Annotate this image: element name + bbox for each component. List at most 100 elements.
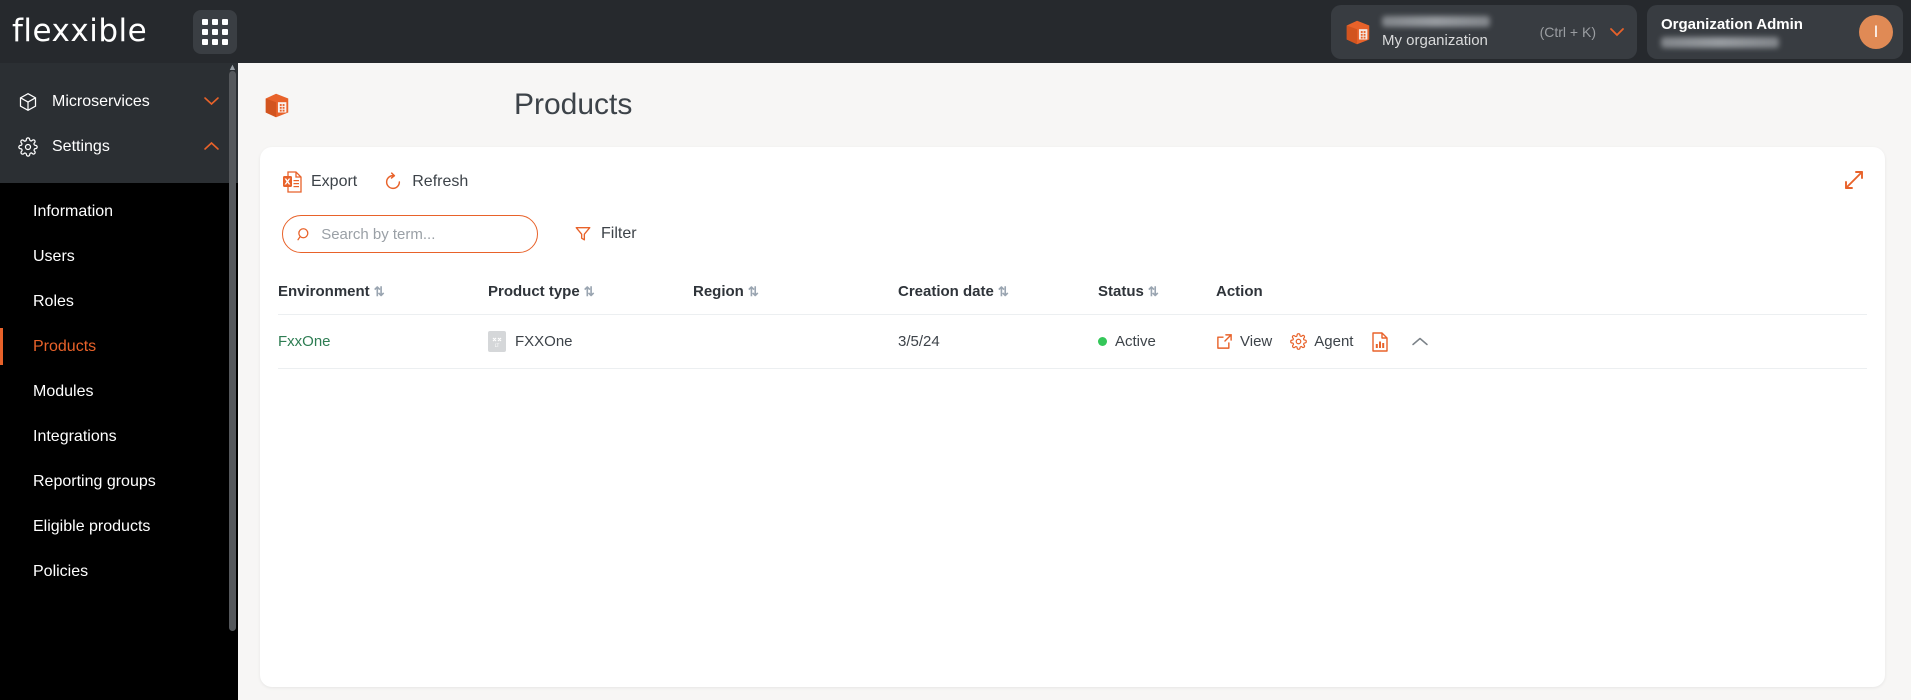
search-icon [297, 227, 309, 240]
column-header-creation-date[interactable]: Creation date ⇅ [898, 275, 1098, 315]
view-label: View [1240, 333, 1273, 350]
row-actions: View Agent [1216, 331, 1867, 352]
search-input[interactable] [321, 225, 523, 243]
table-row[interactable]: FxxOne LT FXXOne 3/5/24 Active View Agen… [278, 314, 1867, 369]
products-table: Environment ⇅ Product type ⇅ Region ⇅ Creat… [278, 275, 1867, 369]
status-label: Active [1115, 333, 1156, 350]
excel-file-icon: X [283, 171, 302, 193]
chevron-up-icon[interactable] [203, 139, 220, 154]
sidebar-item-products[interactable]: Products [0, 324, 238, 369]
sidebar-submenu: Information Users Roles Products Modules… [0, 183, 238, 594]
page-header: Products [238, 63, 1911, 147]
account-card[interactable]: Organization Admin I [1647, 5, 1903, 59]
column-header-environment[interactable]: Environment ⇅ [278, 275, 488, 315]
column-label: Status [1098, 283, 1144, 300]
grid-dot [202, 38, 208, 45]
scroll-up-arrow-icon[interactable]: ▲ [228, 63, 237, 72]
search-box[interactable] [282, 215, 538, 253]
cube-icon [18, 92, 38, 112]
sort-icon[interactable]: ⇅ [998, 284, 1009, 299]
cell-action: View Agent [1216, 314, 1867, 369]
row-collapse-chevron-up-icon[interactable] [1411, 334, 1429, 350]
column-label: Action [1216, 283, 1263, 300]
sort-icon[interactable]: ⇅ [1148, 284, 1159, 299]
cell-status: Active [1098, 314, 1216, 369]
sidebar-item-integrations[interactable]: Integrations [0, 414, 238, 459]
flexxible-logo-icon: flexxible [12, 15, 147, 49]
sidebar: Microservices Settings Information Users… [0, 63, 238, 700]
organization-texts: My organization [1382, 15, 1531, 49]
gear-icon [18, 136, 38, 157]
sidebar-item-users[interactable]: Users [0, 234, 238, 279]
page-title: Products [514, 88, 633, 121]
column-label: Region [693, 283, 744, 300]
refresh-button[interactable]: Refresh [383, 172, 468, 192]
column-header-region[interactable]: Region ⇅ [693, 275, 898, 315]
fxxone-logo-icon: LT [488, 331, 506, 352]
brand-logo[interactable]: flexxible [0, 15, 179, 49]
sidebar-scrollbar[interactable] [229, 71, 236, 631]
main-content: Products X Export Refresh Search by term… [238, 63, 1911, 700]
status-badge: Active [1098, 333, 1216, 350]
sidebar-item-roles[interactable]: Roles [0, 279, 238, 324]
package-box-icon [265, 93, 289, 118]
agent-label: Agent [1314, 333, 1354, 350]
sort-icon[interactable]: ⇅ [584, 284, 595, 299]
card-toolbar: X Export Refresh [260, 147, 1885, 193]
svg-text:flexxible: flexxible [12, 15, 147, 49]
top-bar-right-cluster: My organization (Ctrl + K) Organization … [1331, 5, 1903, 59]
refresh-label: Refresh [412, 173, 469, 190]
funnel-icon [575, 227, 591, 241]
column-label: Environment [278, 283, 370, 300]
export-button[interactable]: X Export [282, 171, 357, 193]
sidebar-item-information[interactable]: Information [0, 189, 238, 234]
status-dot-icon [1098, 337, 1107, 346]
cell-region [693, 314, 898, 369]
sidebar-item-modules[interactable]: Modules [0, 369, 238, 414]
table-header: Environment ⇅ Product type ⇅ Region ⇅ Creat… [278, 275, 1867, 315]
product-type-label: FXXOne [515, 333, 573, 350]
filter-label: Filter [601, 225, 637, 242]
filter-button[interactable]: Filter [574, 225, 637, 243]
sidebar-item-label: Microservices [52, 92, 150, 110]
products-card: X Export Refresh Search by term... Filte… [260, 147, 1885, 687]
svg-text:LT: LT [495, 343, 500, 349]
sort-icon[interactable]: ⇅ [374, 284, 385, 299]
organization-label: My organization [1382, 31, 1488, 49]
account-texts: Organization Admin [1661, 16, 1859, 48]
sidebar-item-microservices[interactable]: Microservices [0, 79, 238, 124]
package-box-icon [1346, 20, 1370, 45]
sidebar-item-reporting-groups[interactable]: Reporting groups [0, 459, 238, 504]
table-body: FxxOne LT FXXOne 3/5/24 Active View Agen… [278, 314, 1867, 369]
expand-card-button[interactable] [1843, 169, 1865, 196]
environment-link[interactable]: FxxOne [278, 333, 331, 350]
report-action-button[interactable] [1371, 331, 1389, 352]
sidebar-item-settings[interactable]: Settings [0, 124, 238, 169]
svg-text:X: X [284, 178, 291, 187]
grid-dot [212, 18, 218, 25]
column-header-status[interactable]: Status ⇅ [1098, 275, 1216, 315]
account-role: Organization Admin [1661, 16, 1803, 33]
sidebar-item-eligible-products[interactable]: Eligible products [0, 504, 238, 549]
sidebar-item-policies[interactable]: Policies [0, 549, 238, 594]
column-label: Creation date [898, 283, 994, 300]
agent-action-button[interactable]: Agent [1290, 333, 1353, 350]
column-header-product-type[interactable]: Product type ⇅ [488, 275, 693, 315]
view-action-button[interactable]: View [1216, 333, 1272, 350]
gear-icon [1290, 333, 1308, 350]
grid-dot [202, 18, 208, 25]
grid-dot [202, 28, 208, 35]
avatar[interactable]: I [1859, 15, 1893, 49]
filters-row: Filter [260, 193, 1885, 253]
organization-switcher[interactable]: My organization (Ctrl + K) [1331, 5, 1637, 59]
sort-icon[interactable]: ⇅ [748, 284, 759, 299]
apps-grid-button[interactable] [193, 9, 237, 54]
top-bar: flexxible My organization (Ctrl + K) Org… [0, 0, 1911, 63]
grid-dot [212, 28, 218, 35]
cell-product-type: LT FXXOne [488, 314, 693, 369]
organization-name-redacted [1382, 15, 1490, 27]
refresh-circle-icon [386, 172, 401, 190]
chevron-down-icon[interactable] [1609, 25, 1625, 40]
table-header-row: Environment ⇅ Product type ⇅ Region ⇅ Creat… [278, 275, 1867, 315]
chevron-down-icon[interactable] [203, 94, 220, 109]
